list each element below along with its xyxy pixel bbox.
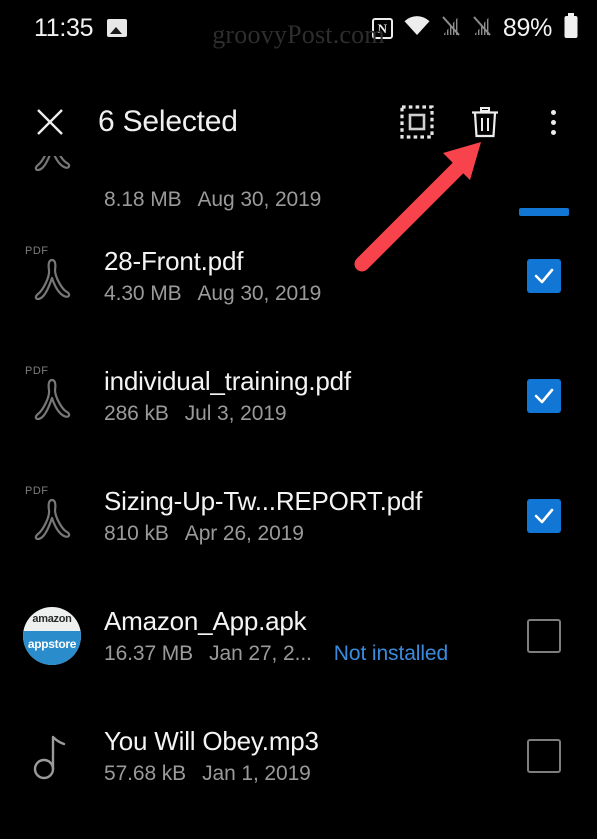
status-bar: 11:35 N 89% <box>0 0 597 56</box>
checkbox-cell[interactable] <box>513 259 575 293</box>
file-date: Jan 27, 2... <box>209 642 312 665</box>
pdf-icon: PDF <box>0 456 104 576</box>
appstore-word: appstore <box>23 631 81 665</box>
pdf-icon: PDF <box>0 336 104 456</box>
table-row[interactable]: You Will Obey.mp3 57.68 kB Jan 1, 2019 <box>0 696 597 816</box>
checkbox-checked-partial[interactable] <box>519 208 569 216</box>
file-size: 16.37 MB <box>104 642 194 665</box>
checkbox-checked[interactable] <box>527 259 561 293</box>
file-meta: 4.30 MB Aug 30, 2019 <box>104 282 503 306</box>
file-size: 286 kB <box>104 402 169 425</box>
table-row[interactable]: PDF individual_training.pdf 286 kB Jul 3… <box>0 336 597 456</box>
table-row[interactable]: PDF 8.18 MB Aug 30, 2019 <box>0 156 597 216</box>
checkbox-checked[interactable] <box>527 379 561 413</box>
music-note-icon <box>0 696 104 816</box>
checkbox-cell[interactable] <box>513 379 575 413</box>
checkbox-cell[interactable] <box>513 619 575 653</box>
file-size: 8.18 MB <box>104 188 182 211</box>
acrobat-glyph <box>30 156 74 180</box>
file-size: 810 kB <box>104 522 169 545</box>
file-name: You Will Obey.mp3 <box>104 726 319 756</box>
file-meta: 16.37 MB Jan 27, 2... Not installed <box>104 642 503 666</box>
battery-icon <box>563 12 579 44</box>
file-size: 57.68 kB <box>104 762 187 785</box>
file-info: 8.18 MB Aug 30, 2019 <box>104 188 513 216</box>
checkbox-unchecked[interactable] <box>527 739 561 773</box>
file-size: 4.30 MB <box>104 282 182 305</box>
pdf-glyph-wrap: PDF <box>24 365 80 427</box>
file-name: 28-Front.pdf <box>104 246 244 276</box>
table-row[interactable]: PDF Sizing-Up-Tw...REPORT.pdf 810 kB Apr… <box>0 456 597 576</box>
status-bar-notification-icons <box>107 19 128 37</box>
file-info: Amazon_App.apk 16.37 MB Jan 27, 2... Not… <box>104 606 513 666</box>
wifi-icon <box>404 15 430 41</box>
nfc-icon: N <box>371 17 393 39</box>
select-all-icon[interactable] <box>397 102 437 142</box>
file-meta: 8.18 MB Aug 30, 2019 <box>104 188 503 212</box>
file-meta: 57.68 kB Jan 1, 2019 <box>104 762 503 786</box>
signal-off-icon <box>441 15 461 42</box>
dot-1 <box>550 109 556 115</box>
amazon-appstore-icon: amazon appstore <box>0 576 104 696</box>
checkbox-cell[interactable] <box>513 739 575 773</box>
amazon-appstore-badge: amazon appstore <box>23 607 81 665</box>
install-status-badge: Not installed <box>333 642 449 665</box>
pdf-glyph-wrap: PDF <box>24 245 80 307</box>
table-row[interactable]: PDF 28-Front.pdf 4.30 MB Aug 30, 2019 <box>0 216 597 336</box>
pdf-glyph-wrap: PDF <box>24 485 80 547</box>
trash-icon[interactable] <box>465 102 505 142</box>
phone-screen: 11:35 N 89% groovyPost.com 6 Selected 8.… <box>0 0 597 839</box>
pdf-icon: PDF <box>0 216 104 336</box>
checkbox-cell[interactable] <box>513 499 575 533</box>
file-name: Amazon_App.apk <box>104 606 307 636</box>
amazon-word: amazon <box>32 613 72 626</box>
file-date: Jul 3, 2019 <box>184 402 287 425</box>
signal-off-icon-2 <box>472 15 492 42</box>
checkbox-checked[interactable] <box>527 499 561 533</box>
close-icon[interactable] <box>30 102 70 142</box>
photo-icon <box>107 19 128 37</box>
acrobat-glyph <box>30 376 74 429</box>
action-bar-buttons <box>397 102 573 142</box>
file-date: Aug 30, 2019 <box>197 282 322 305</box>
selection-count-title: 6 Selected <box>98 105 238 138</box>
file-name: Sizing-Up-Tw...REPORT.pdf <box>104 486 423 516</box>
more-vertical-icon[interactable] <box>533 102 573 142</box>
acrobat-glyph <box>30 256 74 309</box>
acrobat-glyph <box>30 496 74 549</box>
file-info: You Will Obey.mp3 57.68 kB Jan 1, 2019 <box>104 726 513 786</box>
pdf-glyph-wrap: PDF <box>24 156 80 178</box>
file-info: individual_training.pdf 286 kB Jul 3, 20… <box>104 366 513 426</box>
dot-2 <box>550 119 556 125</box>
file-date: Aug 30, 2019 <box>197 188 322 211</box>
file-meta: 286 kB Jul 3, 2019 <box>104 402 503 426</box>
file-list[interactable]: PDF 8.18 MB Aug 30, 2019 <box>0 156 597 839</box>
battery-percentage: 89% <box>502 13 552 42</box>
file-date: Apr 26, 2019 <box>184 522 304 545</box>
overflow-dots <box>550 107 556 137</box>
file-name: individual_training.pdf <box>104 366 351 396</box>
file-meta: 810 kB Apr 26, 2019 <box>104 522 503 546</box>
selection-action-bar: 6 Selected <box>0 88 597 156</box>
checkbox-unchecked[interactable] <box>527 619 561 653</box>
file-info: Sizing-Up-Tw...REPORT.pdf 810 kB Apr 26,… <box>104 486 513 546</box>
dot-3 <box>550 129 556 135</box>
status-bar-system-icons: N 89% <box>371 12 579 44</box>
file-date: Jan 1, 2019 <box>202 762 311 785</box>
checkbox-cell[interactable] <box>513 208 575 216</box>
table-row[interactable]: amazon appstore Amazon_App.apk 16.37 MB … <box>0 576 597 696</box>
pdf-icon: PDF <box>0 156 104 216</box>
status-bar-clock: 11:35 <box>34 13 94 42</box>
file-info: 28-Front.pdf 4.30 MB Aug 30, 2019 <box>104 246 513 306</box>
